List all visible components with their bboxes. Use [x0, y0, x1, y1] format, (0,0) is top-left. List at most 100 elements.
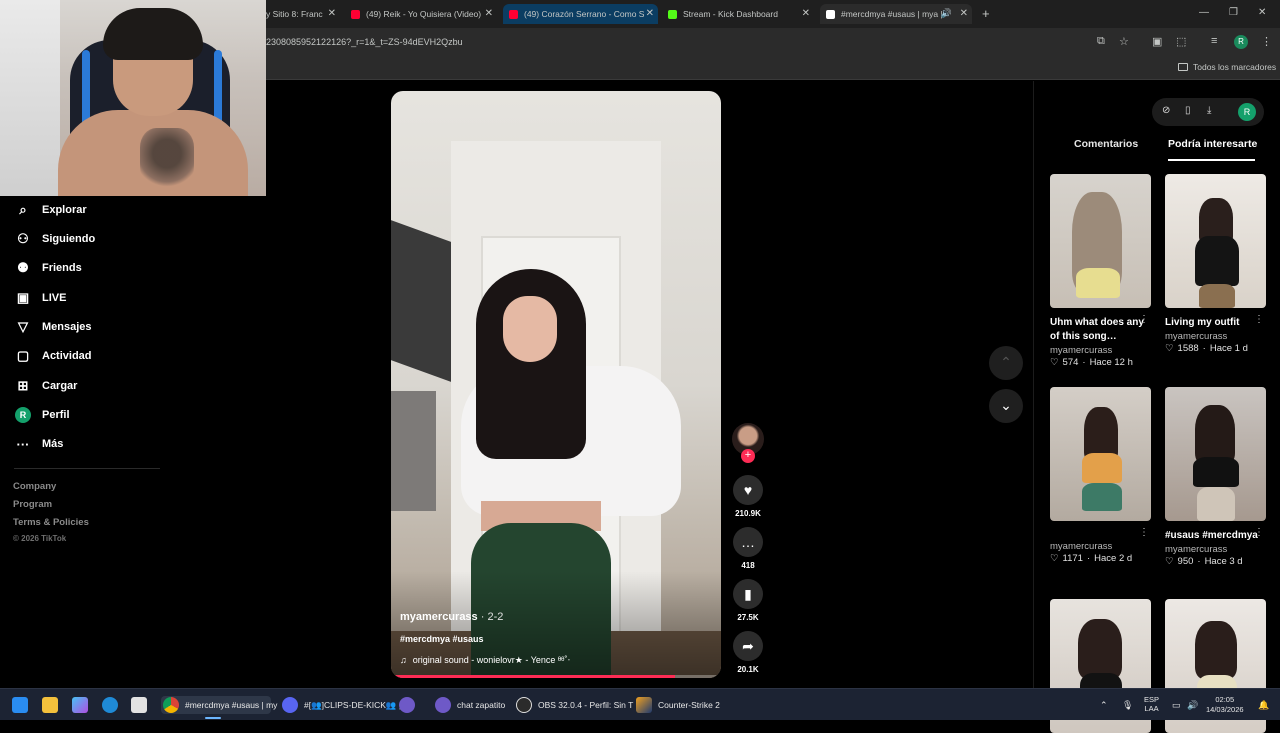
taskbar-app[interactable]: [399, 696, 421, 714]
audio-playing-icon[interactable]: 🔊: [941, 8, 952, 19]
heart-icon[interactable]: ♥: [733, 475, 763, 505]
recommended-video-card[interactable]: ⋮ Living my outfit myamercurass ♡ 1588 ·…: [1165, 174, 1266, 354]
browser-tab-1[interactable]: y Sitio 8: Franc ✕: [266, 4, 340, 24]
bookmark-star-icon[interactable]: ☆: [1119, 35, 1129, 48]
share-action[interactable]: ➦ 20.1K: [730, 631, 766, 674]
nav-friends[interactable]: ⚉ Friends: [14, 257, 82, 279]
language-indicator[interactable]: ESP LAA: [1144, 695, 1159, 713]
network-icon[interactable]: ▭: [1172, 696, 1181, 714]
card-author[interactable]: myamercurass: [1050, 541, 1151, 552]
video-sound[interactable]: ♫ original sound - wonielovr★ - Yence ᶿᶿ…: [400, 655, 570, 666]
like-action[interactable]: ♥ 210.9K: [730, 475, 766, 518]
mobile-icon[interactable]: ▯: [1185, 105, 1191, 116]
nav-activity[interactable]: ▢ Actividad: [14, 345, 92, 367]
store-button[interactable]: [131, 696, 153, 714]
minimize-icon[interactable]: —: [1199, 7, 1209, 18]
recommended-video-card[interactable]: ⋮ #usaus #mercdmya myamercurass ♡ 950 · …: [1165, 387, 1266, 567]
youtube-icon: [509, 9, 518, 19]
file-explorer-button[interactable]: [42, 696, 64, 714]
more-options-icon[interactable]: ⋮: [1254, 314, 1264, 325]
card-separator: ·: [1197, 556, 1201, 567]
nav-upload[interactable]: ⊞ Cargar: [14, 375, 78, 397]
taskbar-discord[interactable]: #[👥]CLIPS-DE-KICK👥 |: [282, 696, 401, 714]
nav-more[interactable]: ··· Más: [14, 433, 64, 455]
edge-icon: [102, 697, 118, 713]
close-tab-icon[interactable]: ✕: [802, 8, 810, 19]
volume-icon[interactable]: 🔊: [1187, 696, 1198, 714]
download-icon[interactable]: ⤓: [1207, 105, 1211, 116]
windows-icon: [12, 697, 28, 713]
clock-date: 14/03/2026: [1206, 705, 1244, 714]
follow-plus-icon[interactable]: +: [741, 449, 755, 463]
comment-icon[interactable]: …: [733, 527, 763, 557]
close-tab-icon[interactable]: ✕: [646, 8, 654, 19]
menu-kebab-icon[interactable]: ⋮: [1261, 35, 1272, 48]
nav-following[interactable]: ⚇ Siguiendo: [14, 228, 95, 250]
footer-link-program[interactable]: Program: [13, 499, 52, 510]
tab-comments[interactable]: Comentarios: [1074, 138, 1138, 150]
tab-recommended[interactable]: Podría interesarte: [1168, 138, 1257, 150]
nav-profile[interactable]: R Perfil: [14, 404, 70, 426]
taskbar-cs2[interactable]: Counter-Strike 2: [636, 696, 720, 714]
edge-button[interactable]: [102, 696, 124, 714]
video-player[interactable]: myamercurass · 2-2 #mercdmya #usaus ♫ or…: [391, 91, 721, 678]
start-button[interactable]: [12, 696, 34, 714]
more-options-icon[interactable]: ⋮: [1254, 527, 1264, 538]
profile-avatar[interactable]: R: [1238, 103, 1256, 121]
nav-messages[interactable]: ▽ Mensajes: [14, 316, 92, 338]
card-author[interactable]: myamercurass: [1165, 331, 1266, 342]
video-thumbnail[interactable]: [1050, 174, 1151, 308]
recommended-video-card[interactable]: ⋮ myamercurass ♡ 1171 · Hace 2 d: [1050, 387, 1151, 564]
card-likes: 950: [1177, 556, 1194, 567]
browser-tab-4[interactable]: Stream - Kick Dashboard ✕: [662, 4, 814, 24]
video-thumbnail[interactable]: [1165, 174, 1266, 308]
tray-overflow-icon[interactable]: ⌃: [1100, 696, 1108, 714]
nav-live[interactable]: ▣ LIVE: [14, 287, 67, 309]
previous-video-button[interactable]: ⌃: [989, 346, 1023, 380]
install-app-icon[interactable]: ⧉: [1097, 35, 1105, 48]
reading-list-icon[interactable]: ≡: [1211, 35, 1217, 47]
browser-tab-2[interactable]: (49) Reik - Yo Quisiera (Video) ✕: [345, 4, 497, 24]
microphone-icon[interactable]: 🎙: [1122, 696, 1133, 714]
copilot-button[interactable]: [72, 696, 94, 714]
autoscroll-icon[interactable]: ⊘: [1162, 105, 1170, 116]
close-tab-icon[interactable]: ✕: [485, 8, 493, 19]
taskbar-obs[interactable]: OBS 32.0.4 - Perfil: Sin T: [516, 696, 633, 714]
taskbar-app-label: #mercdmya #usaus | my: [185, 700, 278, 710]
taskbar-chrome[interactable]: #mercdmya #usaus | my: [161, 696, 277, 719]
card-author[interactable]: myamercurass: [1165, 544, 1266, 555]
close-tab-icon[interactable]: ✕: [328, 8, 336, 19]
bookmark-icon[interactable]: ▮: [733, 579, 763, 609]
close-window-icon[interactable]: ✕: [1258, 7, 1266, 18]
comment-action[interactable]: … 418: [730, 527, 766, 570]
restore-icon[interactable]: ❐: [1229, 7, 1238, 18]
recommended-video-card[interactable]: ⋮ Uhm what does any of this song… myamer…: [1050, 174, 1151, 368]
lang-code: ESP: [1144, 695, 1160, 704]
footer-link-terms[interactable]: Terms & Policies: [13, 517, 89, 528]
footer-link-company[interactable]: Company: [13, 481, 56, 492]
browser-tab-3[interactable]: (49) Corazón Serrano - Como S ✕: [503, 4, 658, 24]
browser-tab-5[interactable]: #mercdmya #usaus | mya | 🔊 ✕: [820, 4, 972, 24]
video-progress-bar[interactable]: [391, 675, 721, 678]
notifications-icon[interactable]: 🔔: [1258, 696, 1269, 714]
sidepanel-icon[interactable]: ▣: [1152, 35, 1162, 48]
video-hashtags[interactable]: #mercdmya #usaus: [400, 634, 484, 644]
all-bookmarks-button[interactable]: Todos los marcadores: [1178, 62, 1276, 72]
more-options-icon[interactable]: ⋮: [1139, 314, 1149, 325]
card-author[interactable]: myamercurass: [1050, 345, 1151, 356]
share-icon[interactable]: ➦: [733, 631, 763, 661]
video-thumbnail[interactable]: [1165, 387, 1266, 521]
save-action[interactable]: ▮ 27.5K: [730, 579, 766, 622]
taskbar-clock[interactable]: 02:05 14/03/2026: [1206, 695, 1244, 715]
video-thumbnail[interactable]: [1050, 387, 1151, 521]
new-tab-button[interactable]: +: [982, 6, 990, 21]
taskbar-chat[interactable]: chat zapatito: [435, 696, 505, 714]
profile-avatar[interactable]: R: [1234, 35, 1248, 49]
video-author[interactable]: myamercurass · 2-2: [400, 611, 503, 623]
close-tab-icon[interactable]: ✕: [960, 8, 968, 19]
extensions-icon[interactable]: ⬚: [1176, 35, 1186, 48]
more-options-icon[interactable]: ⋮: [1139, 527, 1149, 538]
url-field[interactable]: 2308085952122126?_r=1&_t=ZS-94dEVH2Qzbu: [266, 37, 463, 47]
nav-explore[interactable]: ⌕ Explorar: [14, 199, 86, 221]
next-video-button[interactable]: ⌄: [989, 389, 1023, 423]
